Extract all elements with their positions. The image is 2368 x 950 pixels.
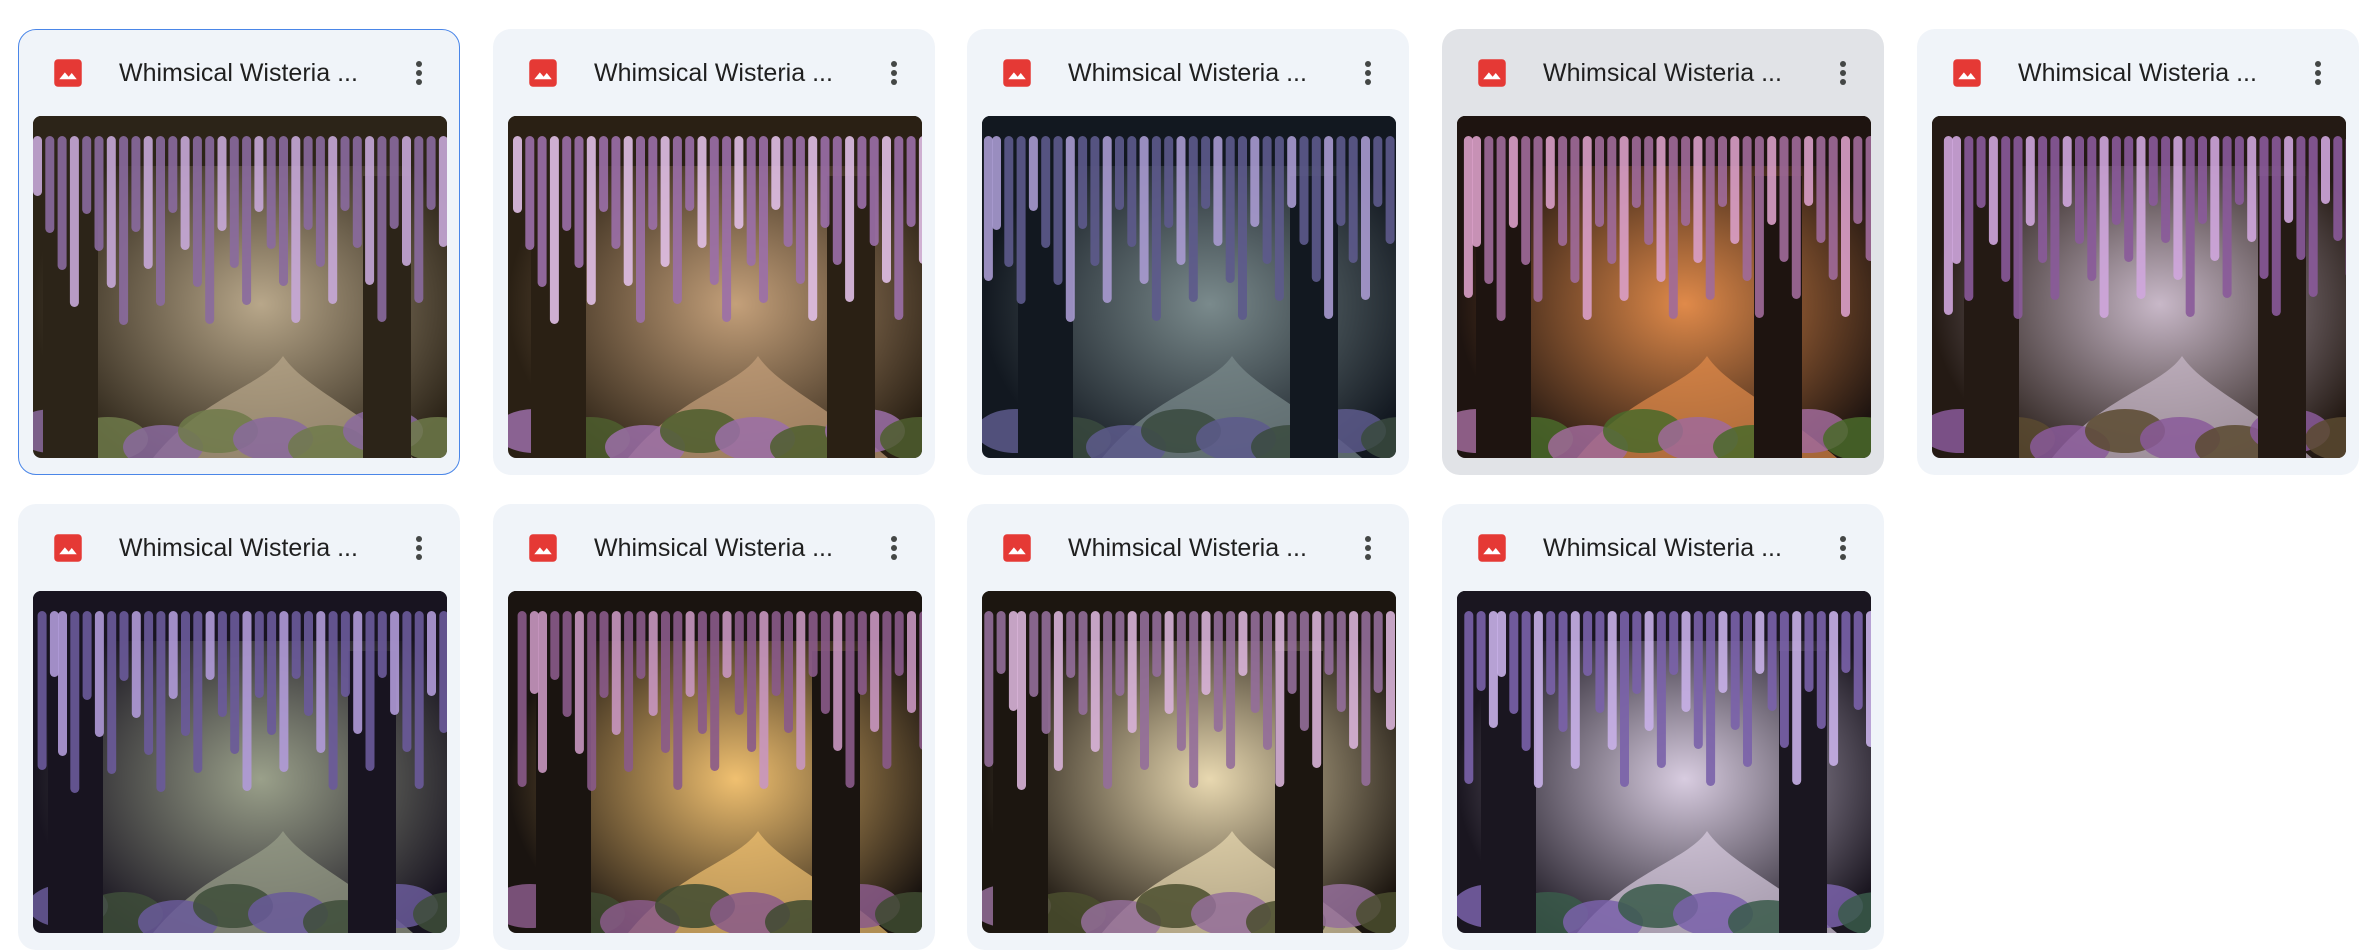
file-card-header: Whimsical Wisteria ... [494,505,934,591]
more-vert-icon[interactable] [1348,53,1388,93]
file-thumbnail[interactable] [1932,116,2346,458]
file-card[interactable]: Whimsical Wisteria ... [1442,29,1884,475]
file-card[interactable]: Whimsical Wisteria ... [18,29,460,475]
file-card[interactable]: Whimsical Wisteria ... [967,29,1409,475]
file-card[interactable]: Whimsical Wisteria ... [967,504,1409,950]
file-card-header: Whimsical Wisteria ... [19,505,459,591]
more-vert-icon[interactable] [1348,528,1388,568]
image-file-icon [1952,58,1982,88]
file-card[interactable]: Whimsical Wisteria ... [1442,504,1884,950]
file-card[interactable]: Whimsical Wisteria ... [1917,29,2359,475]
file-title: Whimsical Wisteria ... [1543,59,1782,87]
file-thumbnail[interactable] [1457,116,1871,458]
file-card[interactable]: Whimsical Wisteria ... [493,504,935,950]
image-file-icon [1477,58,1507,88]
file-thumbnail[interactable] [508,116,922,458]
image-file-icon [1002,533,1032,563]
image-file-icon [1477,533,1507,563]
file-title: Whimsical Wisteria ... [594,59,833,87]
file-thumbnail[interactable] [33,116,447,458]
file-title: Whimsical Wisteria ... [119,59,358,87]
more-vert-icon[interactable] [399,53,439,93]
file-card-header: Whimsical Wisteria ... [1443,505,1883,591]
file-title: Whimsical Wisteria ... [2018,59,2257,87]
file-thumbnail[interactable] [982,591,1396,933]
file-thumbnail[interactable] [1457,591,1871,933]
image-file-icon [528,58,558,88]
file-card-header: Whimsical Wisteria ... [968,30,1408,116]
image-file-icon [53,58,83,88]
file-thumbnail[interactable] [33,591,447,933]
more-vert-icon[interactable] [2298,53,2338,93]
file-card-header: Whimsical Wisteria ... [1918,30,2358,116]
more-vert-icon[interactable] [874,53,914,93]
file-title: Whimsical Wisteria ... [594,534,833,562]
more-vert-icon[interactable] [1823,53,1863,93]
file-card-header: Whimsical Wisteria ... [1443,30,1883,116]
file-thumbnail[interactable] [508,591,922,933]
image-file-icon [528,533,558,563]
file-thumbnail[interactable] [982,116,1396,458]
file-title: Whimsical Wisteria ... [1068,59,1307,87]
image-file-icon [1002,58,1032,88]
file-card-header: Whimsical Wisteria ... [494,30,934,116]
file-card[interactable]: Whimsical Wisteria ... [18,504,460,950]
file-title: Whimsical Wisteria ... [1068,534,1307,562]
file-card[interactable]: Whimsical Wisteria ... [493,29,935,475]
file-card-header: Whimsical Wisteria ... [968,505,1408,591]
more-vert-icon[interactable] [874,528,914,568]
file-title: Whimsical Wisteria ... [119,534,358,562]
more-vert-icon[interactable] [399,528,439,568]
more-vert-icon[interactable] [1823,528,1863,568]
file-card-header: Whimsical Wisteria ... [19,30,459,116]
file-title: Whimsical Wisteria ... [1543,534,1782,562]
file-grid: Whimsical Wisteria ... Whimsical Wisteria… [0,0,2368,950]
image-file-icon [53,533,83,563]
